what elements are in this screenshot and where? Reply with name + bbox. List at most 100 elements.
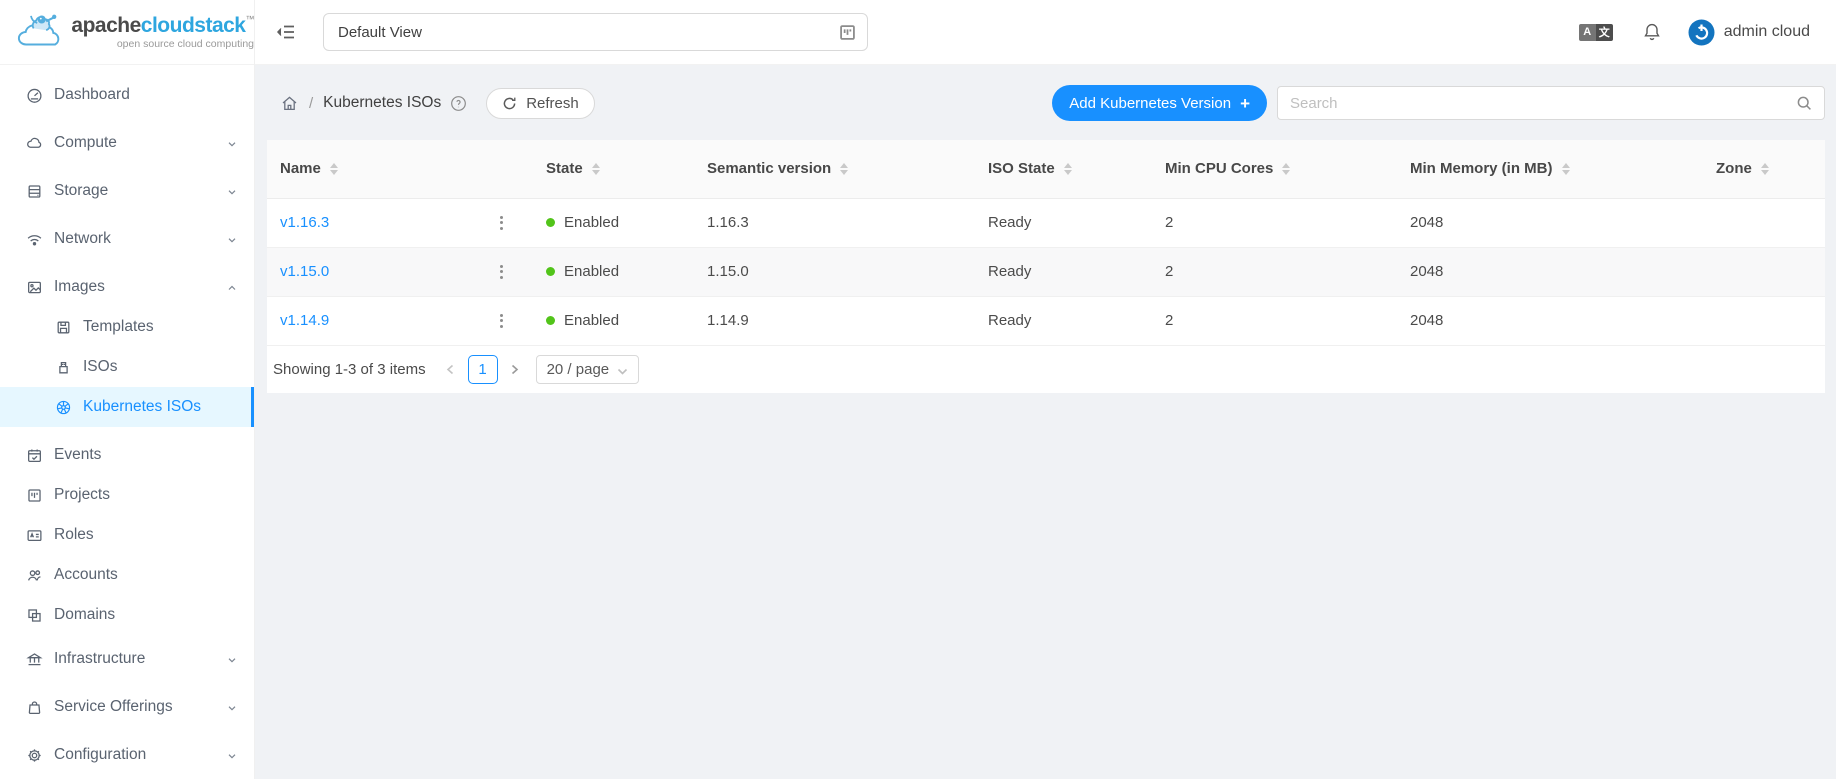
- state-value: Enabled: [564, 312, 619, 329]
- sidebar-item-isos[interactable]: ISOs: [0, 347, 254, 387]
- column-header-iso-state[interactable]: ISO State: [975, 140, 1152, 198]
- column-header-name[interactable]: Name: [267, 140, 533, 198]
- sidebar-item-compute[interactable]: Compute: [0, 123, 254, 163]
- user-avatar[interactable]: [1688, 19, 1715, 46]
- main-column: Default View A 文 admin cloud: [255, 0, 1836, 779]
- min-cpu-value: 2: [1152, 296, 1397, 345]
- kubernetes-isos-table: Name State Semantic version ISO State Mi…: [267, 140, 1825, 346]
- refresh-button[interactable]: Refresh: [486, 88, 595, 119]
- sidebar-item-label: Images: [54, 278, 105, 296]
- status-dot-enabled: [546, 218, 555, 227]
- sidebar-item-label: ISOs: [83, 358, 117, 376]
- page-toolbar: / Kubernetes ISOs Refresh Add Kubernete: [267, 85, 1825, 121]
- username[interactable]: admin cloud: [1724, 23, 1810, 41]
- sidebar-item-network[interactable]: Network: [0, 219, 254, 259]
- sidebar-item-label: Dashboard: [54, 86, 130, 104]
- sidebar-item-storage[interactable]: Storage: [0, 171, 254, 211]
- zone-value: [1703, 198, 1825, 247]
- breadcrumb-separator: /: [309, 95, 313, 112]
- semantic-version-value: 1.14.9: [694, 296, 975, 345]
- semantic-version-value: 1.16.3: [694, 198, 975, 247]
- row-actions-menu-icon[interactable]: [491, 262, 511, 282]
- version-link[interactable]: v1.15.0: [280, 263, 329, 280]
- previous-page-icon[interactable]: [440, 355, 462, 383]
- cloud-icon: [26, 135, 43, 152]
- iso-state-value: Ready: [975, 247, 1152, 296]
- brand-logo[interactable]: apachecloudstack™ open source cloud comp…: [0, 0, 254, 65]
- sidebar-item-label: Templates: [83, 318, 154, 336]
- zone-value: [1703, 296, 1825, 345]
- sort-icon: [330, 163, 338, 175]
- usb-icon: [55, 359, 72, 376]
- notifications-bell-icon[interactable]: [1642, 22, 1662, 43]
- column-header-min-cpu-cores[interactable]: Min CPU Cores: [1152, 140, 1397, 198]
- dashboard-icon: [26, 87, 43, 104]
- page-title: Kubernetes ISOs: [323, 94, 441, 112]
- min-memory-value: 2048: [1397, 247, 1703, 296]
- brand-text: apachecloudstack™ open source cloud comp…: [71, 15, 254, 50]
- search-icon[interactable]: [1796, 95, 1813, 112]
- sidebar-item-label: Projects: [54, 486, 110, 504]
- project-view-value: Default View: [338, 24, 422, 41]
- project-icon[interactable]: [838, 23, 857, 42]
- reload-icon: [502, 96, 517, 111]
- sidebar-item-events[interactable]: Events: [0, 435, 254, 475]
- sidebar-item-images[interactable]: Images: [0, 267, 254, 307]
- sidebar-item-accounts[interactable]: Accounts: [0, 555, 254, 595]
- brand-trademark: ™: [246, 14, 255, 24]
- help-icon[interactable]: [450, 95, 467, 112]
- wifi-icon: [26, 231, 43, 248]
- sidebar-item-label: Compute: [54, 134, 117, 152]
- chevron-down-icon: [226, 701, 238, 713]
- column-header-zone[interactable]: Zone: [1703, 140, 1825, 198]
- pagination: Showing 1-3 of 3 items 1 20 / page: [267, 346, 1825, 393]
- iso-state-value: Ready: [975, 198, 1152, 247]
- project-view-selector[interactable]: Default View: [323, 13, 868, 51]
- sidebar: apachecloudstack™ open source cloud comp…: [0, 0, 255, 779]
- sidebar-item-roles[interactable]: Roles: [0, 515, 254, 555]
- sidebar-item-infrastructure[interactable]: Infrastructure: [0, 639, 254, 679]
- column-header-state[interactable]: State: [533, 140, 694, 198]
- sidebar-item-domains[interactable]: Domains: [0, 595, 254, 635]
- sidebar-item-templates[interactable]: Templates: [0, 307, 254, 347]
- sidebar-item-label: Events: [54, 446, 101, 464]
- app-root: apachecloudstack™ open source cloud comp…: [0, 0, 1836, 779]
- version-link[interactable]: v1.14.9: [280, 312, 329, 329]
- sidebar-item-service-offerings[interactable]: Service Offerings: [0, 687, 254, 727]
- next-page-icon[interactable]: [504, 355, 526, 383]
- row-actions-menu-icon[interactable]: [491, 213, 511, 233]
- sidebar-item-projects[interactable]: Projects: [0, 475, 254, 515]
- zone-value: [1703, 247, 1825, 296]
- sidebar-collapse-icon[interactable]: [275, 21, 297, 43]
- sort-icon: [1562, 163, 1570, 175]
- sidebar-item-label: Domains: [54, 606, 115, 624]
- table-row: v1.14.9 Enabled 1.14.9 Ready 2 2048: [267, 296, 1825, 345]
- brand-tagline: open source cloud computing: [71, 39, 254, 50]
- sidebar-item-label: Kubernetes ISOs: [83, 398, 201, 416]
- search-input[interactable]: [1290, 95, 1796, 112]
- sort-icon: [592, 163, 600, 175]
- gear-icon: [26, 747, 43, 764]
- sidebar-item-label: Service Offerings: [54, 698, 173, 716]
- sidebar-item-configuration[interactable]: Configuration: [0, 735, 254, 775]
- version-link[interactable]: v1.16.3: [280, 214, 329, 231]
- table-header-row: Name State Semantic version ISO State Mi…: [267, 140, 1825, 198]
- sidebar-item-dashboard[interactable]: Dashboard: [0, 75, 254, 115]
- language-icon[interactable]: A 文: [1579, 24, 1613, 41]
- add-kubernetes-version-button[interactable]: Add Kubernetes Version +: [1052, 85, 1267, 121]
- language-secondary-glyph: 文: [1596, 24, 1613, 41]
- shopping-bag-icon: [26, 699, 43, 716]
- toolbar-actions: Add Kubernetes Version +: [1052, 85, 1825, 121]
- row-actions-menu-icon[interactable]: [491, 311, 511, 331]
- column-header-semantic-version[interactable]: Semantic version: [694, 140, 975, 198]
- column-header-min-memory[interactable]: Min Memory (in MB): [1397, 140, 1703, 198]
- min-memory-value: 2048: [1397, 198, 1703, 247]
- semantic-version-value: 1.15.0: [694, 247, 975, 296]
- breadcrumb: / Kubernetes ISOs Refresh: [267, 88, 595, 119]
- page-size-select[interactable]: 20 / page: [536, 355, 640, 384]
- page-number-button[interactable]: 1: [468, 355, 498, 384]
- iso-state-value: Ready: [975, 296, 1152, 345]
- home-icon[interactable]: [280, 94, 299, 113]
- sidebar-item-kubernetes-isos[interactable]: Kubernetes ISOs: [0, 387, 254, 427]
- chevron-down-icon: [226, 137, 238, 149]
